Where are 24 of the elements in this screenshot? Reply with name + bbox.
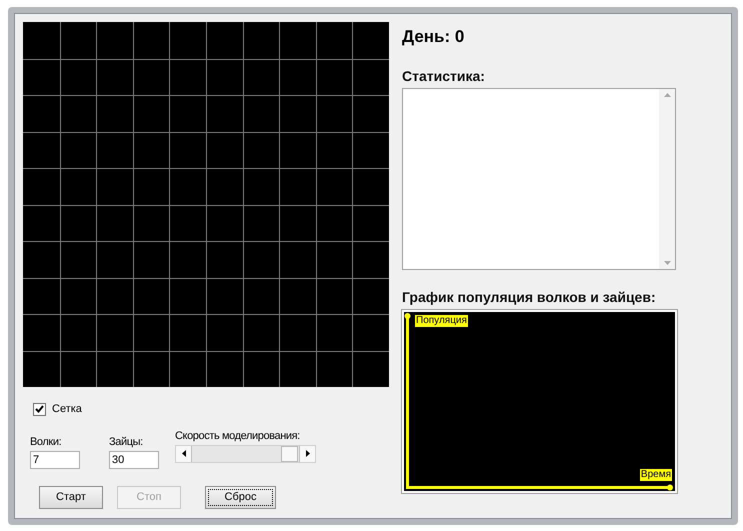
y-axis-label: Популяция [415, 315, 468, 327]
day-label: День: 0 [402, 26, 466, 48]
action-button[interactable]: Старт [39, 486, 103, 508]
scroll-up-icon[interactable] [664, 93, 670, 97]
field-label: Волки: [30, 436, 62, 448]
scroll-left-button[interactable] [176, 446, 192, 462]
action-button[interactable]: Сброс [205, 486, 276, 508]
graph-title: График популяция волков и зайцев: [402, 288, 657, 306]
speed-label: Скорость моделирования: [175, 430, 301, 442]
x-axis-label: Время [640, 469, 672, 481]
field-label: Зайцы: [109, 436, 144, 448]
left-arrow-icon [182, 450, 186, 457]
checkbox-label: Сетка [52, 402, 82, 417]
statistics-box[interactable] [402, 88, 676, 270]
grid-checkbox[interactable] [33, 402, 46, 416]
scroll-down-icon[interactable] [664, 261, 670, 265]
vertical-scrollbar[interactable] [659, 89, 675, 269]
scroll-right-button[interactable] [299, 446, 315, 462]
speed-scrollbar[interactable] [175, 444, 316, 462]
scrollbar-thumb[interactable] [281, 446, 298, 462]
count-field[interactable]: 7 [30, 450, 80, 468]
count-field[interactable]: 30 [109, 450, 159, 468]
statistics-title: Статистика: [402, 67, 486, 85]
right-arrow-icon [306, 450, 310, 457]
